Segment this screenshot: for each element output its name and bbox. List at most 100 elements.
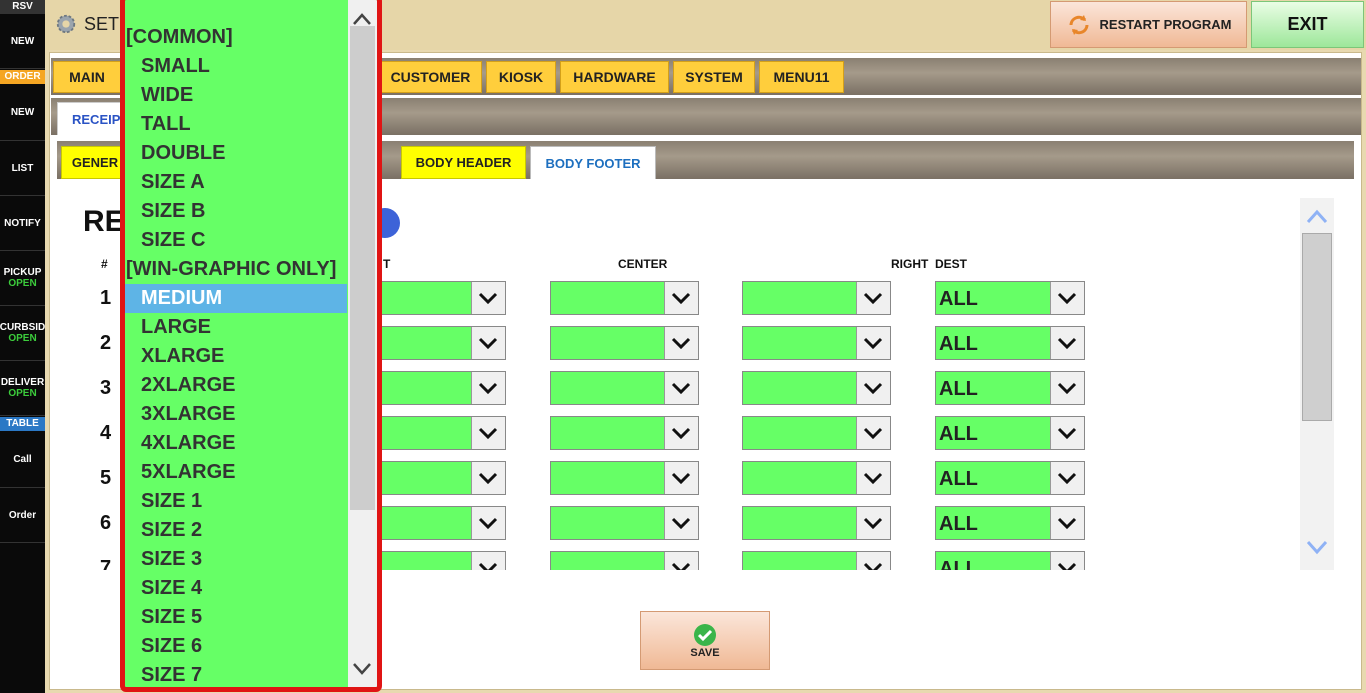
dropdown-option[interactable]: WIDE [125,81,347,110]
dropdown-option[interactable]: SIZE C [125,226,347,255]
dropdown-option[interactable]: MEDIUM [125,284,347,313]
dropdown-option[interactable]: SIZE B [125,197,347,226]
dest-select[interactable]: ALL [935,326,1085,360]
sidebar-item-notify[interactable]: NOTIFY [0,196,45,251]
dropdown-option[interactable]: TALL [125,110,347,139]
chevron-down-icon[interactable] [856,507,890,539]
dropdown-option[interactable]: SIZE 4 [125,574,347,603]
save-button[interactable]: SAVE [640,611,770,670]
center-select[interactable] [550,326,699,360]
dropdown-scrollbar-thumb[interactable] [350,26,375,510]
center-select[interactable] [550,506,699,540]
right-select[interactable] [742,551,891,570]
right-select[interactable] [742,416,891,450]
dropdown-option[interactable]: SIZE 7 [125,661,347,687]
center-select[interactable] [550,281,699,315]
chevron-down-icon[interactable] [856,417,890,449]
right-select[interactable] [742,326,891,360]
tab-kiosk[interactable]: KIOSK [486,61,556,93]
chevron-down-icon[interactable] [856,462,890,494]
dropdown-option[interactable]: 2XLARGE [125,371,347,400]
chevron-down-icon[interactable] [664,282,698,314]
chevron-down-icon[interactable] [664,417,698,449]
right-select[interactable] [742,506,891,540]
sidebar-item-list[interactable]: LIST [0,141,45,196]
chevron-down-icon[interactable] [471,417,505,449]
sidebar-item-call[interactable]: Call [0,431,45,488]
right-select[interactable] [742,461,891,495]
dest-select[interactable]: ALL [935,281,1085,315]
dest-select[interactable]: ALL [935,551,1085,570]
chevron-down-icon[interactable] [1050,552,1084,570]
tab-hardware[interactable]: HARDWARE [560,61,669,93]
tab-main[interactable]: MAIN [53,61,121,93]
tab-body-footer[interactable]: BODY FOOTER [530,146,656,179]
chevron-down-icon[interactable] [471,327,505,359]
left-select[interactable] [380,371,506,405]
chevron-down-icon[interactable] [471,282,505,314]
chevron-down-icon[interactable] [1050,462,1084,494]
sidebar-item-order-new[interactable]: NEW [0,84,45,141]
dropdown-option[interactable]: 4XLARGE [125,429,347,458]
center-select[interactable] [550,371,699,405]
chevron-down-icon[interactable] [1050,282,1084,314]
right-select[interactable] [742,371,891,405]
dropdown-option[interactable]: XLARGE [125,342,347,371]
tab-customer[interactable]: CUSTOMER [379,61,482,93]
left-select[interactable] [380,416,506,450]
dropdown-option[interactable]: LARGE [125,313,347,342]
chevron-up-icon[interactable] [1300,198,1334,232]
chevron-down-icon[interactable] [664,552,698,570]
left-select[interactable] [380,551,506,570]
chevron-down-icon[interactable] [1050,417,1084,449]
restart-program-button[interactable]: RESTART PROGRAM [1050,1,1247,48]
chevron-down-icon[interactable] [664,462,698,494]
chevron-down-icon[interactable] [1050,327,1084,359]
chevron-down-icon[interactable] [471,462,505,494]
center-select[interactable] [550,461,699,495]
chevron-down-icon[interactable] [664,327,698,359]
left-select[interactable] [380,461,506,495]
chevron-down-icon[interactable] [856,327,890,359]
sidebar-item-curbside[interactable]: CURBSID OPEN [0,306,45,361]
chevron-down-icon[interactable] [348,655,377,681]
dest-select[interactable]: ALL [935,416,1085,450]
chevron-down-icon[interactable] [471,552,505,570]
dropdown-option[interactable]: 3XLARGE [125,400,347,429]
chevron-down-icon[interactable] [856,552,890,570]
tab-receipt[interactable]: RECEIPT [57,102,128,135]
exit-button[interactable]: EXIT [1251,1,1364,48]
chevron-down-icon[interactable] [856,372,890,404]
center-select[interactable] [550,416,699,450]
chevron-down-icon[interactable] [856,282,890,314]
dropdown-option[interactable]: SIZE 6 [125,632,347,661]
chevron-down-icon[interactable] [471,372,505,404]
dropdown-option[interactable]: 5XLARGE [125,458,347,487]
chevron-down-icon[interactable] [1050,372,1084,404]
dropdown-option[interactable]: SMALL [125,52,347,81]
right-select[interactable] [742,281,891,315]
sidebar-item-order[interactable]: Order [0,488,45,543]
left-select[interactable] [380,326,506,360]
dropdown-option[interactable]: SIZE 1 [125,487,347,516]
sidebar-item-rsv-new[interactable]: NEW [0,14,45,69]
tab-menu11[interactable]: MENU11 [759,61,844,93]
sidebar-item-pickup[interactable]: PICKUP OPEN [0,251,45,306]
dest-select[interactable]: ALL [935,461,1085,495]
scrollbar-thumb[interactable] [1302,233,1332,421]
dest-select[interactable]: ALL [935,371,1085,405]
dropdown-option[interactable]: DOUBLE [125,139,347,168]
chevron-down-icon[interactable] [1300,532,1334,566]
dropdown-option[interactable]: SIZE A [125,168,347,197]
dropdown-option[interactable]: SIZE 5 [125,603,347,632]
left-select[interactable] [380,281,506,315]
chevron-down-icon[interactable] [1050,507,1084,539]
chevron-down-icon[interactable] [664,372,698,404]
center-select[interactable] [550,551,699,570]
dest-select[interactable]: ALL [935,506,1085,540]
tab-body-header[interactable]: BODY HEADER [401,146,526,179]
chevron-down-icon[interactable] [664,507,698,539]
left-select[interactable] [380,506,506,540]
chevron-down-icon[interactable] [471,507,505,539]
tab-general[interactable]: GENER [61,146,129,179]
